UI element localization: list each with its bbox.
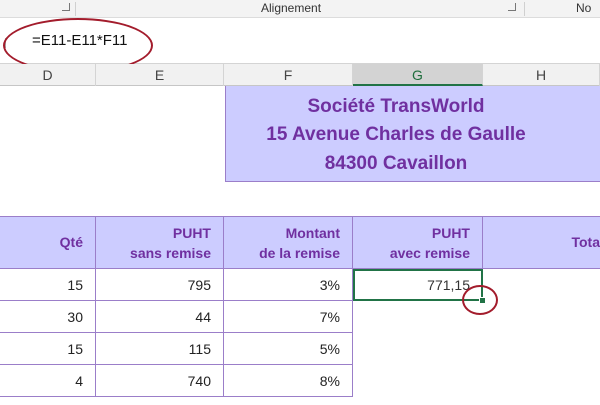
header-puht-avec-remise[interactable]: PUHT avec remise bbox=[353, 216, 483, 269]
company-city: 84300 Cavaillon bbox=[324, 153, 468, 174]
dialog-launcher-icon[interactable] bbox=[62, 3, 70, 11]
cell-remise[interactable]: 3% bbox=[224, 269, 353, 301]
cell-puht[interactable]: 115 bbox=[96, 333, 224, 365]
cell-remise[interactable]: 5% bbox=[224, 333, 353, 365]
column-header-h[interactable]: H bbox=[483, 64, 600, 86]
ribbon-separator bbox=[75, 2, 76, 16]
cell-qty[interactable]: 30 bbox=[0, 301, 96, 333]
ribbon-group-alignment[interactable]: Alignement bbox=[261, 1, 321, 15]
cell-qty[interactable]: 15 bbox=[0, 333, 96, 365]
ribbon-separator bbox=[524, 2, 525, 16]
fill-handle-annotation bbox=[462, 285, 498, 315]
header-total[interactable]: Tota bbox=[483, 216, 600, 269]
header-montant-remise[interactable]: Montant de la remise bbox=[224, 216, 353, 269]
cell-puht[interactable]: 740 bbox=[96, 365, 224, 397]
company-name: Société TransWorld bbox=[307, 96, 485, 117]
header-qty[interactable]: Qté bbox=[0, 216, 96, 269]
ribbon-group-number[interactable]: No bbox=[576, 1, 591, 15]
header-puht-sans-remise[interactable]: PUHT sans remise bbox=[96, 216, 224, 269]
alignment-launcher-icon[interactable] bbox=[508, 3, 516, 11]
column-header-g[interactable]: G bbox=[353, 64, 483, 86]
column-header-f[interactable]: F bbox=[224, 64, 353, 86]
cell-remise[interactable]: 7% bbox=[224, 301, 353, 333]
cell-puht[interactable]: 795 bbox=[96, 269, 224, 301]
column-header-d[interactable]: D bbox=[0, 64, 96, 86]
cell-qty[interactable]: 4 bbox=[0, 365, 96, 397]
cell-remise[interactable]: 8% bbox=[224, 365, 353, 397]
cell-puht[interactable]: 44 bbox=[96, 301, 224, 333]
company-address: 15 Avenue Charles de Gaulle bbox=[266, 124, 526, 145]
column-header-e[interactable]: E bbox=[96, 64, 224, 86]
cell-qty[interactable]: 15 bbox=[0, 269, 96, 301]
